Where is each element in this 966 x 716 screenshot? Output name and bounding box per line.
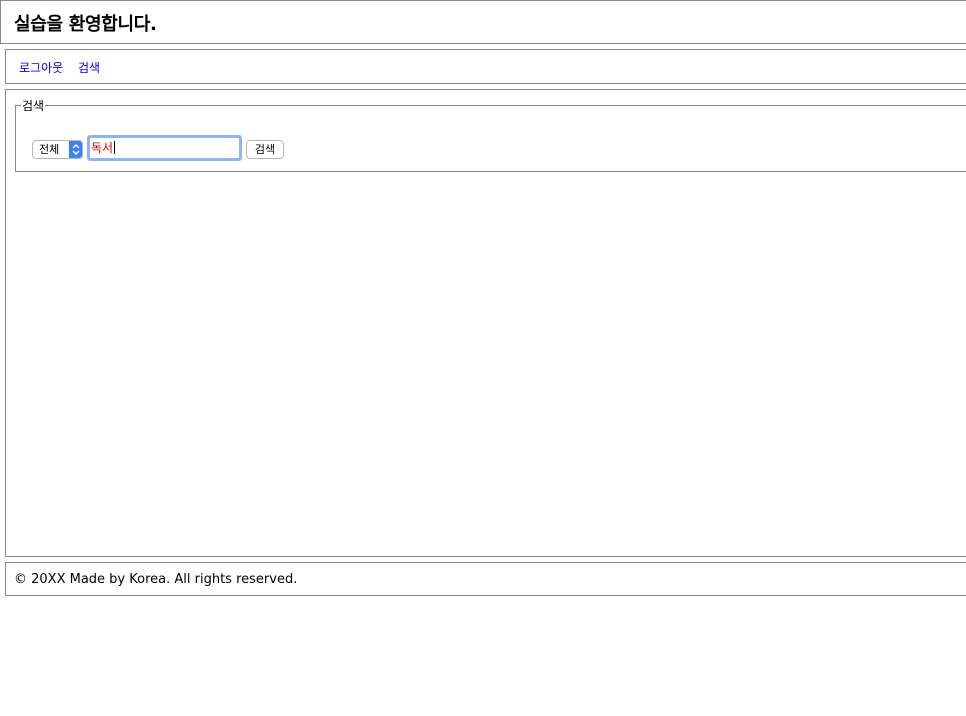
search-submit-button[interactable]: 검색 [246, 140, 284, 159]
page-header: 실습을 환영합니다. [0, 0, 966, 44]
main-content: 검색 전체 독서 검색 [5, 89, 966, 557]
copyright-text: © 20XX Made by Korea. All rights reserve… [14, 572, 298, 587]
search-fieldset: 검색 전체 독서 검색 [15, 97, 966, 172]
search-category-select[interactable]: 전체 [32, 140, 83, 159]
page-footer: © 20XX Made by Korea. All rights reserve… [5, 562, 966, 596]
search-input-value: 독서 [91, 141, 114, 155]
search-input[interactable]: 독서 [87, 135, 242, 161]
text-caret [114, 141, 116, 154]
nav-bar: 로그아웃 검색 [5, 49, 966, 84]
search-link[interactable]: 검색 [78, 59, 100, 76]
select-arrows-icon [69, 141, 82, 158]
search-legend: 검색 [22, 99, 45, 113]
page-title: 실습을 환영합니다. [14, 14, 157, 35]
logout-link[interactable]: 로그아웃 [19, 59, 63, 76]
search-category-value: 전체 [39, 143, 60, 156]
